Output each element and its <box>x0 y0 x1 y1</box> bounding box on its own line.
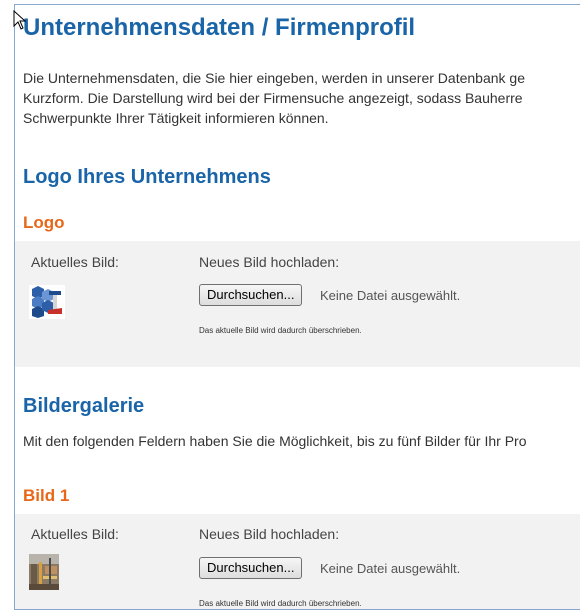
company-logo-thumbnail <box>29 285 65 319</box>
overwrite-note: Das aktuelle Bild wird dadurch überschri… <box>199 326 362 335</box>
page-frame: Unternehmensdaten / Firmenprofil Die Unt… <box>14 4 580 610</box>
overwrite-note: Das aktuelle Bild wird dadurch überschri… <box>199 599 362 608</box>
logo-subheading: Logo <box>23 213 65 232</box>
image-1-subheading: Bild 1 <box>23 486 70 505</box>
gallery-image-thumbnail <box>29 554 59 590</box>
logo-upload-panel: Aktuelles Bild: Neues Bild hochladen: Du… <box>15 241 580 367</box>
page-title: Unternehmensdaten / Firmenprofil <box>23 14 416 41</box>
upload-label: Neues Bild hochladen: <box>199 526 340 542</box>
intro-line: Kurzform. Die Darstellung wird bei der F… <box>23 90 523 106</box>
no-file-selected-text: Keine Datei ausgewählt. <box>320 561 461 576</box>
current-image-label: Aktuelles Bild: <box>31 254 119 270</box>
intro-line: Die Unternehmensdaten, die Sie hier eing… <box>23 70 525 86</box>
current-image-label: Aktuelles Bild: <box>31 526 119 542</box>
browse-button[interactable]: Durchsuchen... <box>199 284 303 306</box>
logo-section-heading: Logo Ihres Unternehmens <box>23 166 271 188</box>
upload-label: Neues Bild hochladen: <box>199 254 340 270</box>
gallery-intro-text: Mit den folgenden Feldern haben Sie die … <box>23 433 527 449</box>
intro-line: Schwerpunkte Ihrer Tätigkeit informieren… <box>23 110 329 126</box>
image-1-upload-panel: Aktuelles Bild: Neues Bild hochladen: Du… <box>15 514 580 609</box>
gallery-section-heading: Bildergalerie <box>23 395 145 417</box>
intro-text: Die Unternehmensdaten, die Sie hier eing… <box>23 68 525 128</box>
mouse-cursor-icon <box>13 10 27 30</box>
no-file-selected-text: Keine Datei ausgewählt. <box>320 288 461 303</box>
browse-button[interactable]: Durchsuchen... <box>199 557 303 579</box>
